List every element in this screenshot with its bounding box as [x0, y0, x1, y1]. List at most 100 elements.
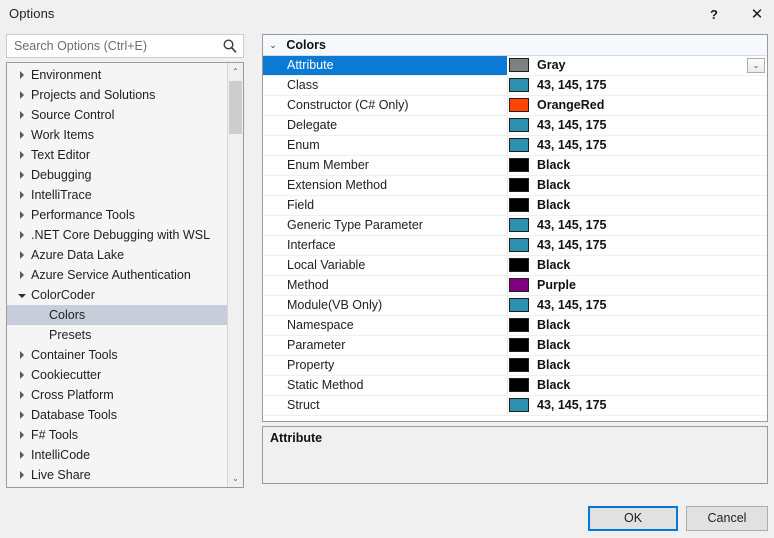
table-row[interactable]: Constructor (C# Only) OrangeRed: [263, 96, 767, 116]
chevron-right-icon[interactable]: [13, 265, 31, 286]
color-swatch[interactable]: [509, 78, 529, 92]
chevron-right-icon[interactable]: [13, 445, 31, 466]
help-icon[interactable]: ?: [697, 0, 731, 29]
table-row[interactable]: Field Black: [263, 196, 767, 216]
color-swatch[interactable]: [509, 358, 529, 372]
chevron-right-icon[interactable]: [13, 465, 31, 486]
chevron-right-icon[interactable]: [13, 425, 31, 446]
table-row[interactable]: Generic Type Parameter 43, 145, 175: [263, 216, 767, 236]
sidebar-item-f-tools[interactable]: F# Tools: [7, 425, 227, 445]
sidebar-item-performance-tools[interactable]: Performance Tools: [7, 205, 227, 225]
sidebar-item-environment[interactable]: Environment: [7, 65, 227, 85]
sidebar-item-azure-data-lake[interactable]: Azure Data Lake: [7, 245, 227, 265]
chevron-right-icon[interactable]: [13, 345, 31, 366]
sidebar-item-presets[interactable]: Presets: [7, 325, 227, 345]
chevron-right-icon[interactable]: [13, 365, 31, 386]
table-row[interactable]: Module(VB Only) 43, 145, 175: [263, 296, 767, 316]
table-row[interactable]: Attribute Gray ⌄: [263, 56, 767, 76]
search-icon[interactable]: [222, 38, 238, 54]
table-row[interactable]: Interface 43, 145, 175: [263, 236, 767, 256]
sidebar-item-intellicode[interactable]: IntelliCode: [7, 445, 227, 465]
tree-scrollbar-thumb[interactable]: [229, 81, 242, 134]
sidebar-item-live-share[interactable]: Live Share: [7, 465, 227, 485]
chevron-right-icon[interactable]: [13, 65, 31, 86]
sidebar-item-container-tools[interactable]: Container Tools: [7, 345, 227, 365]
sidebar-item-cookiecutter[interactable]: Cookiecutter: [7, 365, 227, 385]
chevron-right-icon[interactable]: [13, 85, 31, 106]
color-dropdown-button[interactable]: ⌄: [747, 58, 765, 73]
color-swatch[interactable]: [509, 138, 529, 152]
color-item-name: Static Method: [287, 378, 364, 392]
color-swatch[interactable]: [509, 198, 529, 212]
table-row[interactable]: Enum Member Black: [263, 156, 767, 176]
cancel-button[interactable]: Cancel: [686, 506, 768, 531]
table-row[interactable]: Parameter Black: [263, 336, 767, 356]
sidebar-item-projects-and-solutions[interactable]: Projects and Solutions: [7, 85, 227, 105]
color-swatch[interactable]: [509, 238, 529, 252]
color-item-value: 43, 145, 175: [537, 138, 607, 152]
column-divider: [507, 116, 508, 135]
table-row[interactable]: Static Method Black: [263, 376, 767, 396]
color-swatch[interactable]: [509, 398, 529, 412]
table-row[interactable]: Local Variable Black: [263, 256, 767, 276]
sidebar-item-net-core-debugging-with-wsl[interactable]: .NET Core Debugging with WSL: [7, 225, 227, 245]
ok-button[interactable]: OK: [588, 506, 678, 531]
sidebar-item-debugging[interactable]: Debugging: [7, 165, 227, 185]
chevron-right-icon[interactable]: [13, 385, 31, 406]
column-divider: [507, 376, 508, 395]
close-icon[interactable]: ✕: [740, 0, 774, 29]
color-swatch[interactable]: [509, 278, 529, 292]
chevron-down-icon[interactable]: ⌄: [263, 35, 283, 55]
scroll-up-icon[interactable]: ⌃: [228, 63, 243, 80]
color-swatch[interactable]: [509, 318, 529, 332]
table-row[interactable]: Method Purple: [263, 276, 767, 296]
tree-scrollbar[interactable]: ⌃ ⌄: [227, 63, 243, 487]
sidebar-item-azure-service-authentication[interactable]: Azure Service Authentication: [7, 265, 227, 285]
sidebar-item-database-tools[interactable]: Database Tools: [7, 405, 227, 425]
table-row[interactable]: Property Black: [263, 356, 767, 376]
sidebar-item-colors[interactable]: Colors: [7, 305, 227, 325]
sidebar-item-colorcoder[interactable]: ColorCoder: [7, 285, 227, 305]
search-box[interactable]: [6, 34, 244, 58]
chevron-down-icon[interactable]: [13, 285, 31, 305]
color-swatch[interactable]: [509, 98, 529, 112]
table-row[interactable]: Delegate 43, 145, 175: [263, 116, 767, 136]
color-item-name: Local Variable: [287, 258, 366, 272]
chevron-right-icon[interactable]: [13, 225, 31, 246]
sidebar-item-text-editor[interactable]: Text Editor: [7, 145, 227, 165]
sidebar-item-source-control[interactable]: Source Control: [7, 105, 227, 125]
grid-group-header[interactable]: ⌄ Colors: [263, 35, 767, 56]
chevron-right-icon[interactable]: [13, 125, 31, 146]
color-swatch[interactable]: [509, 338, 529, 352]
search-input[interactable]: [7, 35, 219, 57]
table-row[interactable]: Namespace Black: [263, 316, 767, 336]
color-swatch[interactable]: [509, 258, 529, 272]
color-item-value: 43, 145, 175: [537, 218, 607, 232]
sidebar-item-work-items[interactable]: Work Items: [7, 125, 227, 145]
chevron-right-icon[interactable]: [13, 105, 31, 126]
column-divider: [507, 76, 508, 95]
chevron-right-icon[interactable]: [13, 485, 31, 487]
chevron-right-icon[interactable]: [13, 405, 31, 426]
sidebar-item-intellitrace[interactable]: IntelliTrace: [7, 185, 227, 205]
chevron-right-icon[interactable]: [13, 165, 31, 186]
scroll-down-icon[interactable]: ⌄: [228, 470, 243, 487]
table-row[interactable]: Extension Method Black: [263, 176, 767, 196]
table-row[interactable]: Class 43, 145, 175: [263, 76, 767, 96]
chevron-right-icon[interactable]: [13, 185, 31, 206]
sidebar-item-label: Cookiecutter: [31, 368, 102, 382]
chevron-right-icon[interactable]: [13, 205, 31, 226]
color-swatch[interactable]: [509, 158, 529, 172]
color-swatch[interactable]: [509, 118, 529, 132]
table-row[interactable]: Enum 43, 145, 175: [263, 136, 767, 156]
color-swatch[interactable]: [509, 378, 529, 392]
color-swatch[interactable]: [509, 58, 529, 72]
table-row[interactable]: Struct 43, 145, 175: [263, 396, 767, 416]
color-swatch[interactable]: [509, 178, 529, 192]
color-swatch[interactable]: [509, 298, 529, 312]
color-swatch[interactable]: [509, 218, 529, 232]
sidebar-item-live-unit-testing[interactable]: Live Unit Testing: [7, 485, 227, 487]
chevron-right-icon[interactable]: [13, 245, 31, 266]
chevron-right-icon[interactable]: [13, 145, 31, 166]
sidebar-item-cross-platform[interactable]: Cross Platform: [7, 385, 227, 405]
